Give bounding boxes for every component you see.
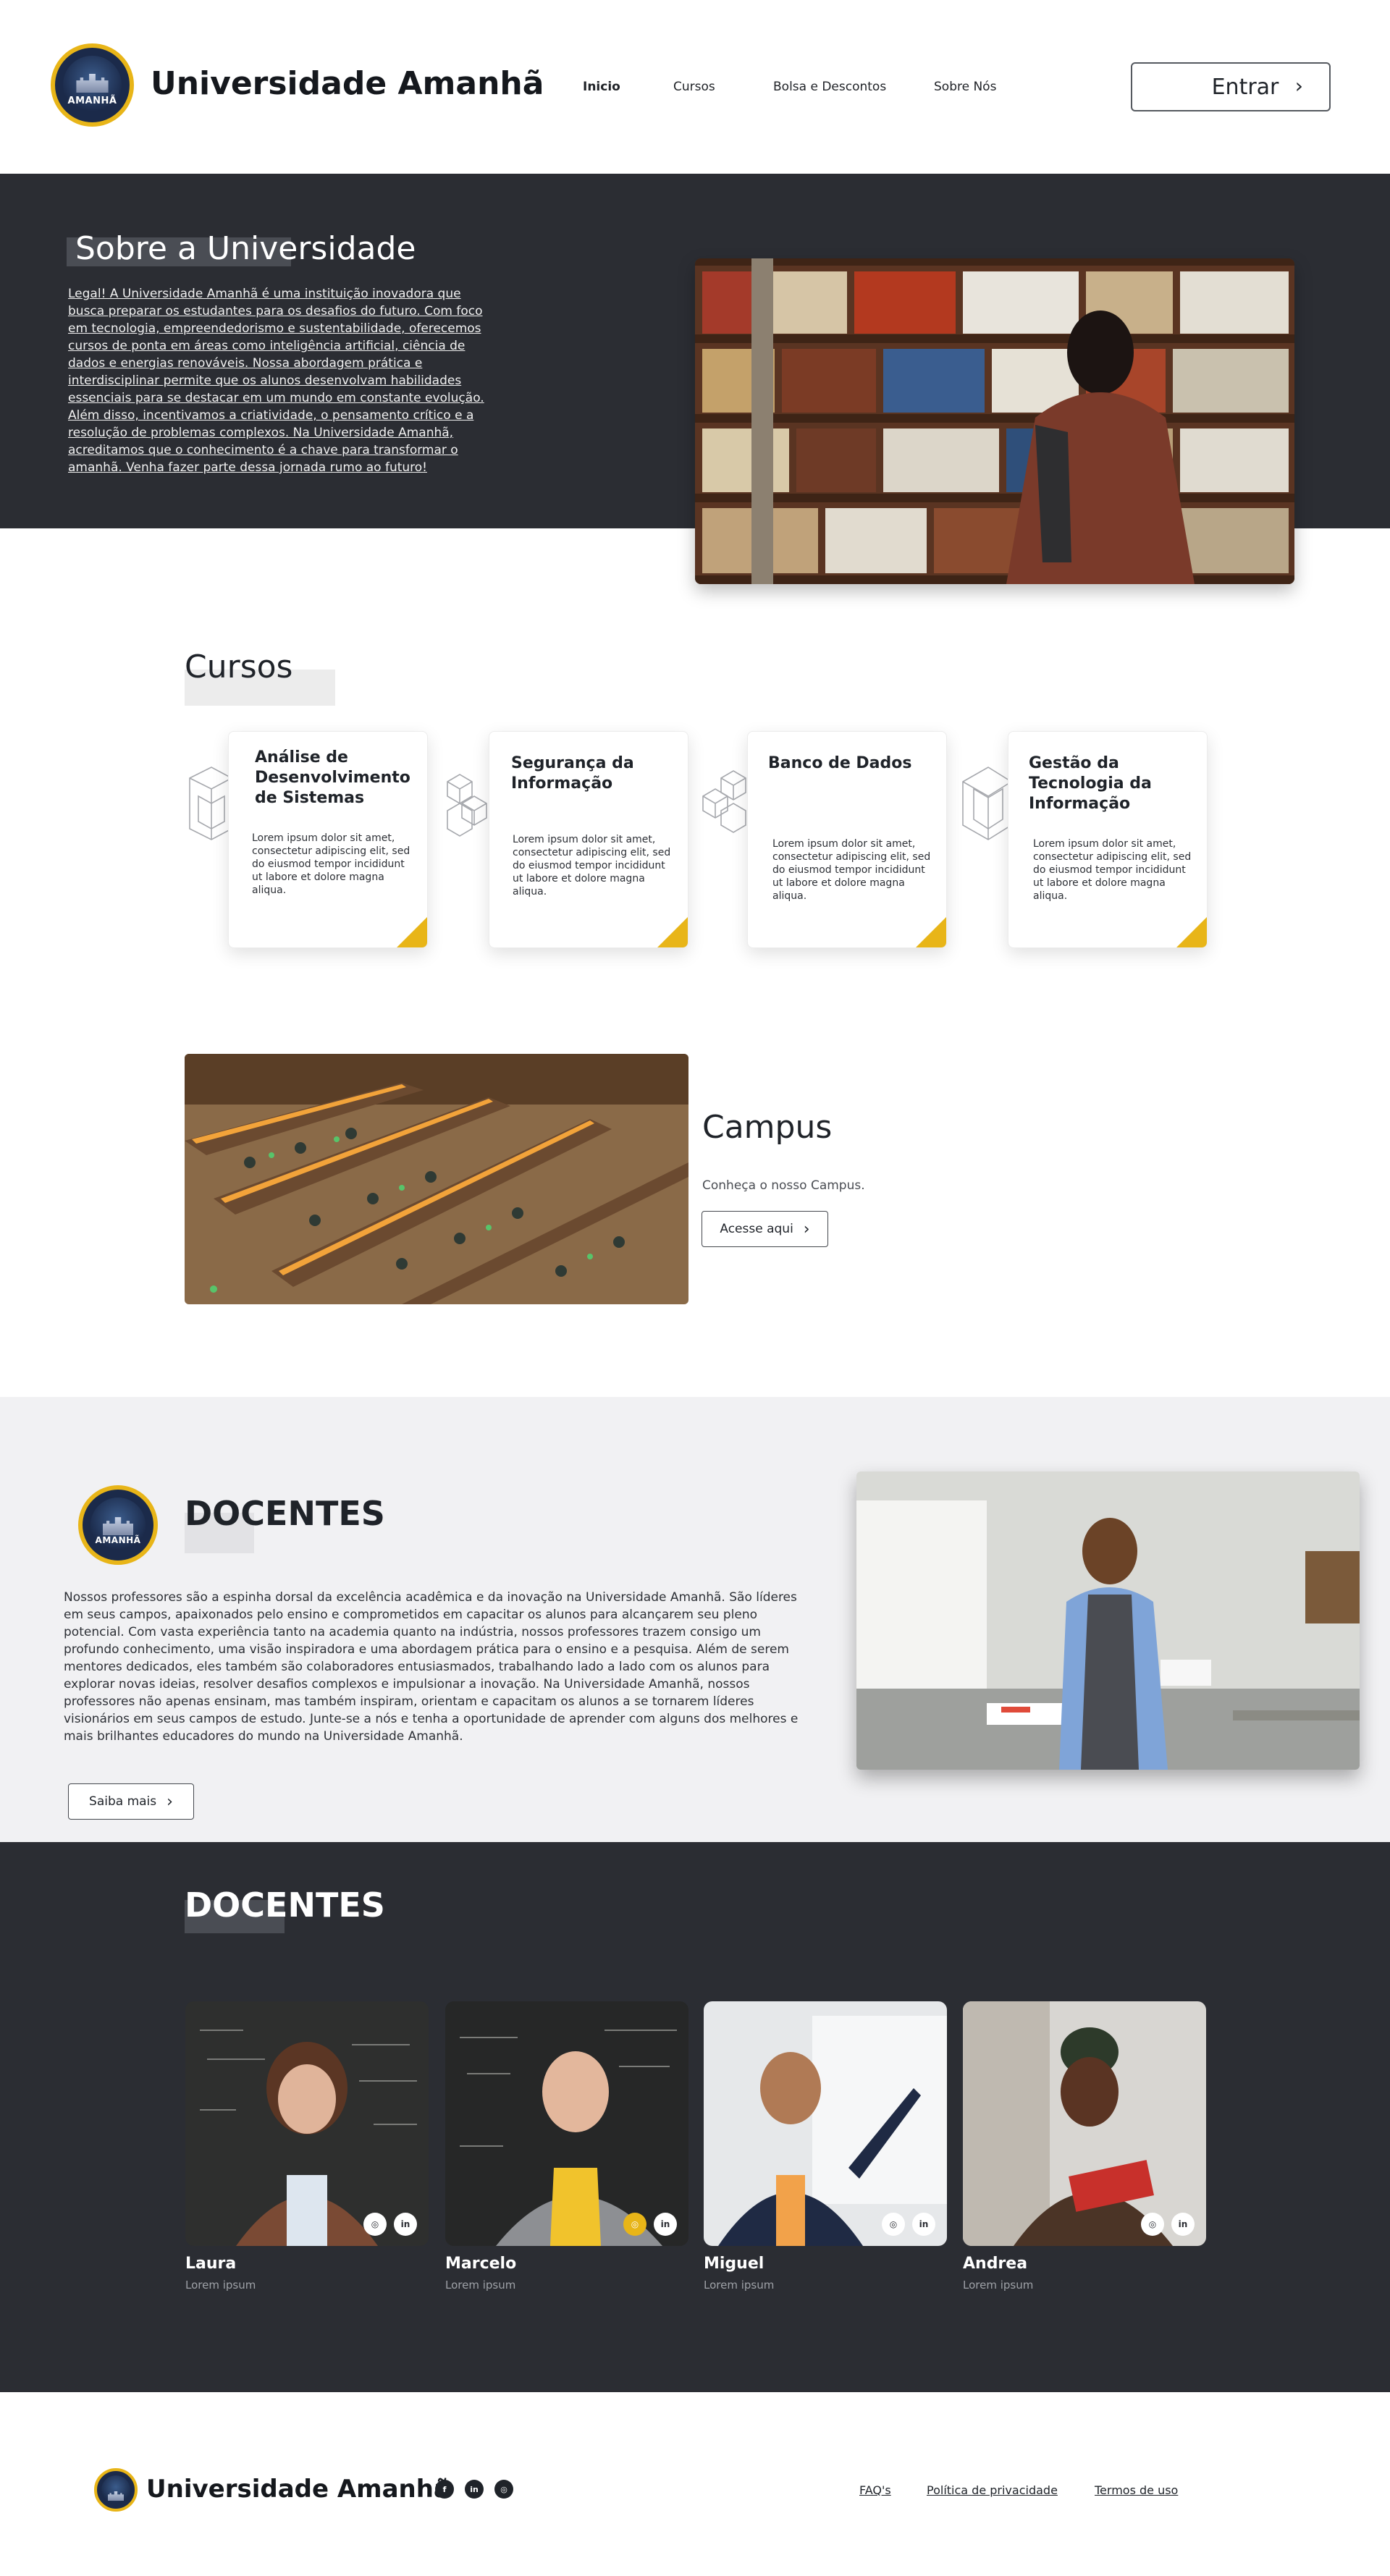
button-label: Saiba mais [89, 1794, 157, 1809]
course-title: Gestão da Tecnologia da Informação [1029, 754, 1152, 813]
login-button[interactable]: Entrar › [1131, 62, 1331, 111]
teacher-photo: ◎ in [185, 2001, 429, 2246]
campus-title: Campus [702, 1109, 833, 1146]
teacher-name: Marcelo [445, 2255, 517, 2273]
linkedin-icon[interactable]: in [654, 2213, 677, 2236]
library-illustration [695, 258, 1294, 584]
footer-link-privacy[interactable]: Política de privacidade [927, 2483, 1058, 2497]
teacher-photo: ◎ in [963, 2001, 1206, 2246]
site-header: AMANHÃ Universidade Amanhã Inicio Cursos… [0, 0, 1390, 174]
chevron-right-icon: › [167, 1792, 173, 1811]
university-logo[interactable]: AMANHÃ [51, 43, 134, 127]
instagram-icon[interactable]: ◎ [494, 2480, 513, 2499]
linkedin-icon[interactable]: in [1171, 2213, 1195, 2236]
nav-link-cursos[interactable]: Cursos [673, 80, 715, 94]
reading-room-illustration [185, 1054, 688, 1304]
about-title: Sobre a Universidade [75, 230, 416, 267]
campus-access-button[interactable]: Acesse aqui › [702, 1211, 828, 1247]
instagram-icon[interactable]: ◎ [363, 2213, 387, 2236]
linkedin-icon[interactable]: in [394, 2213, 417, 2236]
nav-link-inicio[interactable]: Inicio [583, 80, 620, 94]
footer-link-faq[interactable]: FAQ's [859, 2483, 891, 2497]
teacher-card: ◎ in Marcelo Lorem ipsum [445, 2001, 688, 2305]
course-card[interactable]: Análise de Desenvolvimento de Sistemas L… [228, 731, 428, 948]
cubes-icon [447, 774, 487, 837]
course-card[interactable]: Banco de Dados Lorem ipsum dolor sit ame… [747, 731, 947, 948]
campus-section: Campus Conheça o nosso Campus. Acesse aq… [0, 1042, 1390, 1332]
footer-brand[interactable]: Universidade Amanhã [146, 2475, 450, 2504]
course-description: Lorem ipsum dolor sit amet, consectetur … [513, 834, 671, 898]
courses-title: Cursos [185, 649, 293, 685]
cube-icon [962, 767, 1012, 840]
docentes-intro-section: DOCENTESAMANHÃ DOCENTES Nossos professor… [0, 1397, 1390, 1842]
main-nav: Inicio Cursos Bolsa e Descontos Sobre Nó… [583, 80, 1017, 97]
docentes-team-section: DOCENTES ◎ in Laura Lorem ipsum ◎ in Mar… [0, 1842, 1390, 2392]
course-card[interactable]: Segurança da Informação Lorem ipsum dolo… [489, 731, 688, 948]
cube-icon [189, 767, 232, 840]
teacher-name: Andrea [963, 2255, 1028, 2273]
teacher-name: Miguel [704, 2255, 764, 2273]
classroom-illustration [856, 1471, 1360, 1770]
teacher-card: ◎ in Laura Lorem ipsum [185, 2001, 429, 2305]
teacher-classroom-image [856, 1471, 1360, 1770]
saiba-mais-button[interactable]: Saiba mais › [68, 1783, 194, 1820]
teacher-role: Lorem ipsum [445, 2279, 516, 2292]
teacher-role: Lorem ipsum [704, 2279, 775, 2292]
button-label: Acesse aqui [720, 1222, 793, 1236]
course-title: Banco de Dados [768, 754, 912, 772]
instagram-icon[interactable]: ◎ [1141, 2213, 1164, 2236]
card-corner-accent [916, 917, 946, 947]
teacher-role: Lorem ipsum [963, 2279, 1034, 2292]
courses-section: Cursos Análise de Desenvolvimento de Sis… [0, 637, 1390, 977]
brand-name[interactable]: Universidade Amanhã [151, 65, 544, 102]
teacher-card: ◎ in Andrea Lorem ipsum [963, 2001, 1206, 2305]
course-description: Lorem ipsum dolor sit amet, consectetur … [1033, 838, 1192, 902]
card-corner-accent [1176, 917, 1207, 947]
course-description: Lorem ipsum dolor sit amet, consectetur … [772, 838, 931, 902]
footer-link-terms[interactable]: Termos de uso [1095, 2483, 1178, 2497]
about-text: Legal! A Universidade Amanhã é uma insti… [68, 287, 484, 475]
card-corner-accent [657, 917, 688, 947]
campus-subtitle: Conheça o nosso Campus. [702, 1178, 865, 1193]
linkedin-icon[interactable]: in [912, 2213, 935, 2236]
course-card[interactable]: Gestão da Tecnologia da Informação Lorem… [1008, 731, 1208, 948]
teacher-photo: ◎ in [445, 2001, 688, 2246]
teacher-name: Laura [185, 2255, 237, 2273]
teacher-role: Lorem ipsum [185, 2279, 256, 2292]
course-description: Lorem ipsum dolor sit amet, consectetur … [252, 832, 410, 896]
team-title: DOCENTES [185, 1885, 385, 1925]
course-title: Análise de Desenvolvimento de Sistemas [255, 748, 410, 807]
teacher-photo: ◎ in [704, 2001, 947, 2246]
linkedin-icon[interactable]: in [465, 2480, 484, 2499]
campus-image [185, 1054, 688, 1304]
nav-link-sobre[interactable]: Sobre Nós [934, 80, 996, 94]
teacher-card: ◎ in Miguel Lorem ipsum [704, 2001, 947, 2305]
card-corner-accent [397, 917, 427, 947]
docentes-text: Nossos professores são a espinha dorsal … [64, 1590, 799, 1744]
course-title: Segurança da Informação [511, 754, 634, 793]
docentes-title: DOCENTES [185, 1494, 385, 1533]
instagram-icon[interactable]: ◎ [882, 2213, 905, 2236]
nav-link-bolsa[interactable]: Bolsa e Descontos [773, 80, 886, 94]
chevron-right-icon: › [803, 1220, 810, 1238]
chevron-right-icon: › [1294, 74, 1303, 98]
university-logo: DOCENTESAMANHÃ [78, 1485, 158, 1565]
site-footer: Universidade Amanhã f in ◎ FAQ's Polític… [0, 2392, 1390, 2576]
university-logo[interactable] [94, 2468, 138, 2512]
instagram-icon[interactable]: ◎ [623, 2213, 646, 2236]
facebook-icon[interactable]: f [435, 2480, 454, 2499]
library-image [695, 258, 1294, 584]
login-label: Entrar [1211, 74, 1279, 100]
cubes-icon [702, 770, 746, 833]
